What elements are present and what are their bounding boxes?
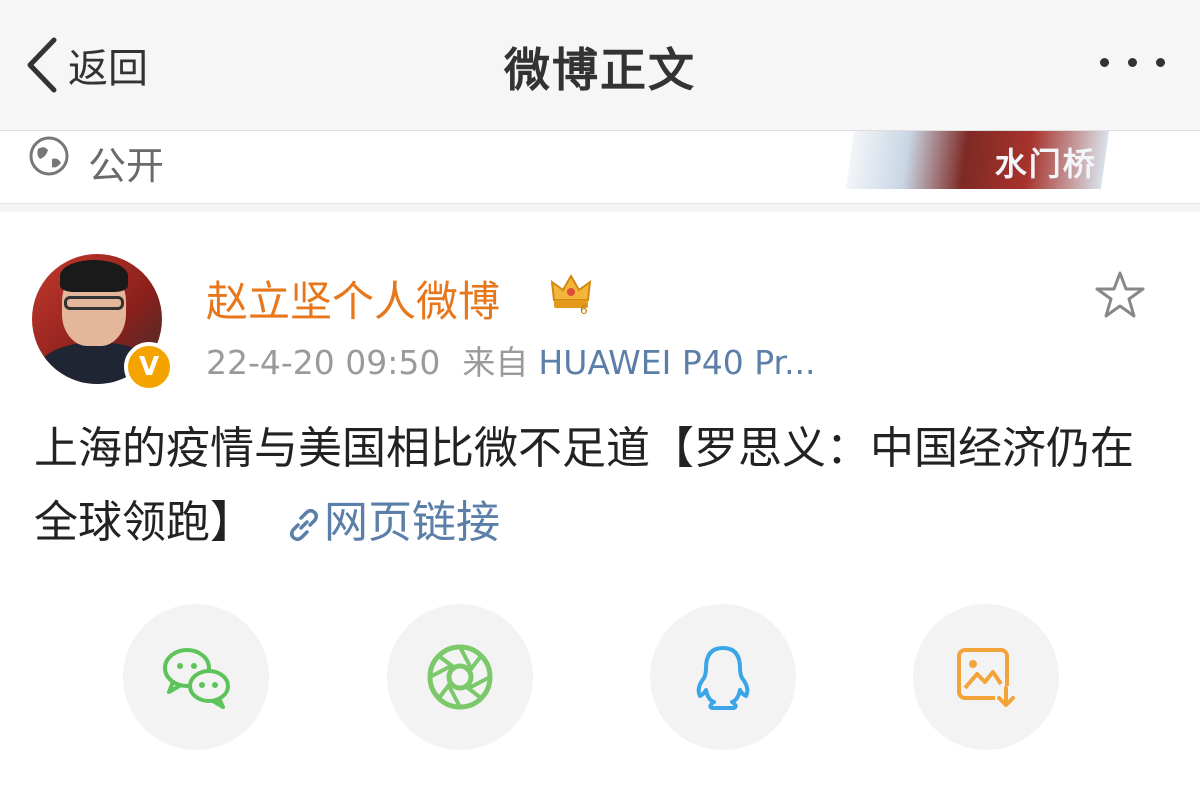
globe-icon xyxy=(29,136,69,176)
share-moments-button[interactable] xyxy=(387,604,533,750)
more-dots-icon[interactable] xyxy=(1094,50,1174,74)
author-name[interactable]: 赵立坚个人微博 xyxy=(206,268,500,329)
nav-bar: 返回 微博正文 xyxy=(0,0,1200,131)
wechat-icon xyxy=(163,648,230,709)
link-icon[interactable] xyxy=(284,505,324,545)
promo-banner[interactable]: 水门桥 xyxy=(845,131,1110,189)
share-row xyxy=(0,604,1200,754)
share-qq-button[interactable] xyxy=(650,604,796,750)
page-title: 微博正文 xyxy=(504,43,696,97)
timestamp: 22-4-20 09:50 xyxy=(206,343,441,382)
share-wechat-button[interactable] xyxy=(123,604,269,750)
star-icon[interactable] xyxy=(1092,268,1148,324)
svg-text:6: 6 xyxy=(580,303,588,316)
banner-text: 水门桥 xyxy=(994,145,1097,183)
save-image-icon xyxy=(957,648,1017,710)
source-prefix: 来自 xyxy=(462,343,529,382)
visibility-label: 公开 xyxy=(88,144,165,188)
post-text: 上海的疫情与美国相比微不足道【罗思义：中国经济仍在全球领跑】 xyxy=(34,423,1134,548)
qq-icon xyxy=(696,646,750,710)
previous-post-footer: 公开 水门桥 xyxy=(0,131,1200,204)
save-image-button[interactable] xyxy=(913,604,1059,750)
post-card: V 赵立坚个人微博 6 22-4-20 09:50 来自 HUAWEI P40 Pr… xyxy=(0,212,1200,800)
crown-icon[interactable]: 6 xyxy=(548,270,594,316)
post-body: 上海的疫情与美国相比微不足道【罗思义：中国经济仍在全球领跑】 网页链接 xyxy=(34,412,1164,560)
web-link[interactable]: 网页链接 xyxy=(324,497,500,548)
verified-badge: V xyxy=(124,342,174,392)
post-meta: 22-4-20 09:50 来自 HUAWEI P40 Pr... xyxy=(206,336,816,384)
source-device[interactable]: HUAWEI P40 Pr... xyxy=(538,343,815,382)
moments-icon xyxy=(427,644,493,710)
